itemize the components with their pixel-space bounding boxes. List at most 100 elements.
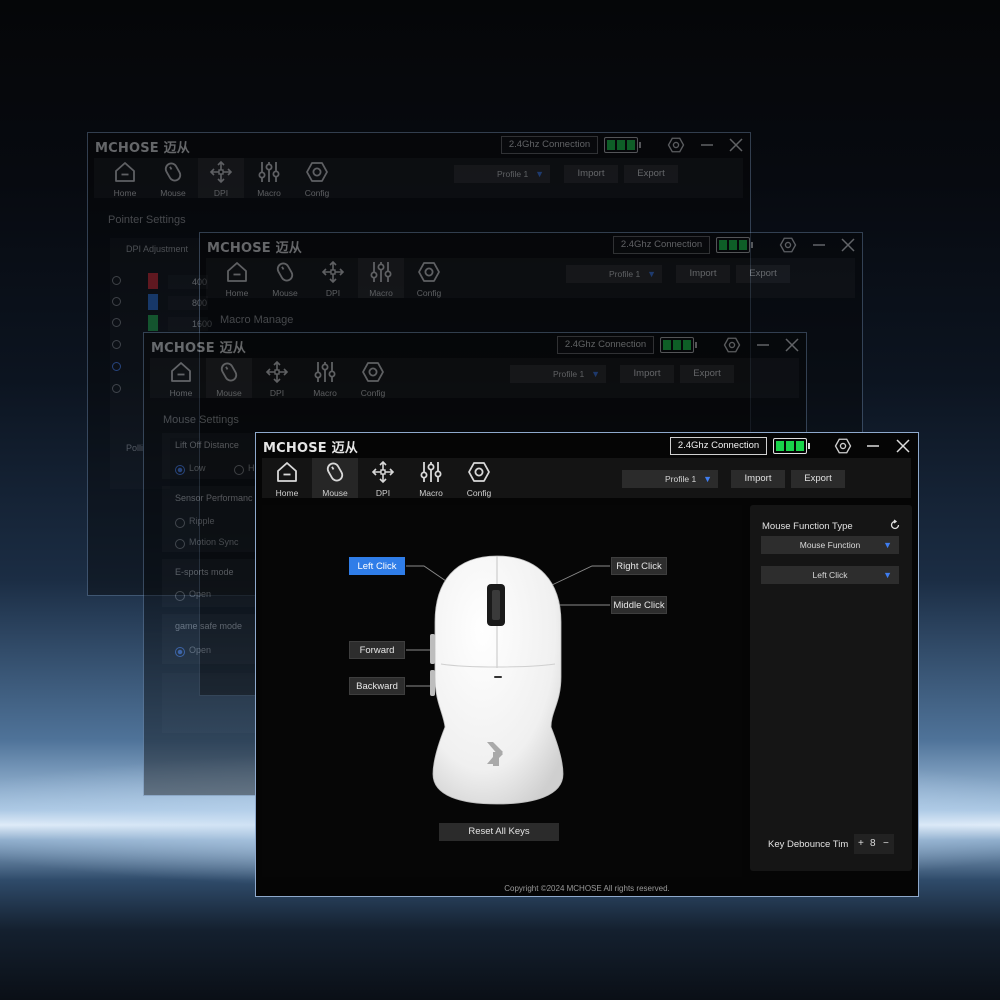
function-value-select[interactable]: Left Click ▼ — [761, 566, 899, 584]
connection-status: 2.4Ghz Connection — [501, 136, 598, 154]
home-icon — [169, 360, 193, 384]
right-click-button[interactable]: Right Click — [611, 557, 667, 575]
export-button[interactable]: Export — [624, 165, 678, 183]
nav-mouse[interactable]: Mouse — [262, 258, 308, 298]
key-debounce-stepper[interactable]: + 8 − — [854, 834, 894, 854]
move-arrows-icon — [321, 260, 345, 284]
battery-indicator — [660, 337, 697, 353]
nav-dpi[interactable]: DPI — [310, 258, 356, 298]
profile-select[interactable]: Profile 1 ▼ — [454, 165, 550, 183]
export-button[interactable]: Export — [736, 265, 790, 283]
dpi-level-row[interactable]: 800 — [112, 294, 212, 310]
close-icon[interactable] — [727, 136, 745, 154]
middle-click-button[interactable]: Middle Click — [611, 596, 667, 614]
dpi-level-row[interactable]: 400 — [112, 273, 212, 289]
import-button[interactable]: Import — [620, 365, 674, 383]
lift-off-low-radio[interactable]: Low — [175, 463, 206, 475]
profile-select[interactable]: Profile 1 ▼ — [510, 365, 606, 383]
close-icon[interactable] — [783, 336, 801, 354]
toolbar: Home Mouse DPI Macro Config Profile 1 ▼ I… — [94, 158, 743, 198]
mouse-icon — [217, 360, 241, 384]
nav-macro[interactable]: Macro — [302, 358, 348, 398]
lift-off-title: Lift Off Distance — [175, 440, 239, 450]
dpi-level-radio[interactable] — [112, 359, 132, 375]
section-title: Macro Manage — [220, 314, 294, 326]
import-button[interactable]: Import — [676, 265, 730, 283]
game-safe-mode-title: game safe mode — [175, 621, 243, 631]
game-safe-open-radio[interactable]: Open — [175, 645, 211, 657]
section-title: Pointer Settings — [108, 214, 186, 226]
home-icon — [113, 160, 137, 184]
esports-mode-title: E-sports mode — [175, 567, 234, 577]
close-icon[interactable] — [839, 236, 857, 254]
nav-config[interactable]: Config — [406, 258, 452, 298]
dpi-level-radio[interactable] — [112, 381, 132, 397]
connection-status: 2.4Ghz Connection — [613, 236, 710, 254]
dpi-level-radio[interactable] — [112, 337, 132, 353]
esports-open-radio[interactable]: Open — [175, 589, 211, 601]
nav-macro[interactable]: Macro — [358, 258, 404, 298]
hexagon-icon — [305, 160, 329, 184]
import-button[interactable]: Import — [564, 165, 618, 183]
debounce-minus-button[interactable]: − — [883, 834, 889, 854]
sensor-performance-title: Sensor Performanc — [175, 493, 253, 503]
home-icon — [225, 260, 249, 284]
brand-logo: MCHOSE 迈从 — [207, 241, 302, 256]
settings-icon[interactable] — [667, 136, 685, 154]
debounce-value: 8 — [870, 838, 876, 849]
nav-dpi[interactable]: DPI — [198, 158, 244, 198]
motion-sync-option[interactable]: Motion Sync — [175, 537, 239, 549]
nav-home[interactable]: Home — [214, 258, 260, 298]
copyright-footer: Copyright ©2024 MCHOSE All rights reserv… — [504, 884, 670, 893]
debounce-plus-button[interactable]: + — [858, 834, 864, 854]
hexagon-icon — [417, 260, 441, 284]
backward-button[interactable]: Backward — [349, 677, 405, 695]
mouse-illustration — [430, 555, 564, 805]
title-bar: MCHOSE 迈从 2.4Ghz Connection — [200, 233, 862, 257]
left-click-button[interactable]: Left Click — [349, 557, 405, 575]
export-button[interactable]: Export — [680, 365, 734, 383]
ripple-option[interactable]: Ripple — [175, 516, 215, 528]
connection-status: 2.4Ghz Connection — [557, 336, 654, 354]
forward-button[interactable]: Forward — [349, 641, 405, 659]
minimize-icon[interactable] — [810, 236, 828, 254]
nav-home[interactable]: Home — [158, 358, 204, 398]
settings-icon[interactable] — [779, 236, 797, 254]
move-arrows-icon — [265, 360, 289, 384]
nav-home[interactable]: Home — [102, 158, 148, 198]
key-function-panel: Mouse Function Type Mouse Function ▼ Left… — [750, 505, 912, 871]
minimize-icon[interactable] — [754, 336, 772, 354]
key-debounce-label: Key Debounce Tim — [768, 839, 849, 850]
dpi-level-row[interactable]: 1600 — [112, 315, 212, 331]
sliders-icon — [369, 260, 393, 284]
nav-mouse[interactable]: Mouse — [150, 158, 196, 198]
brand-logo: MCHOSE 迈从 — [151, 341, 246, 356]
polling-rate-title: Polli — [126, 443, 144, 453]
refresh-icon[interactable] — [889, 519, 901, 531]
dpi-adjustment-title: DPI Adjustment — [126, 244, 189, 254]
nav-macro[interactable]: Macro — [246, 158, 292, 198]
function-type-select[interactable]: Mouse Function ▼ — [761, 536, 899, 554]
title-bar: MCHOSE 迈从 2.4Ghz Connection — [144, 333, 806, 357]
reset-all-keys-button[interactable]: Reset All Keys — [439, 823, 559, 841]
battery-indicator — [604, 137, 641, 153]
lift-off-high-radio[interactable]: H — [234, 463, 255, 475]
settings-icon[interactable] — [723, 336, 741, 354]
move-arrows-icon — [209, 160, 233, 184]
nav-config[interactable]: Config — [294, 158, 340, 198]
sliders-icon — [257, 160, 281, 184]
sliders-icon — [313, 360, 337, 384]
toolbar: Home Mouse DPI Macro Config Profile 1 ▼ I… — [150, 358, 799, 398]
brand-logo: MCHOSE 迈从 — [95, 141, 190, 156]
section-title: Mouse Settings — [163, 414, 239, 426]
minimize-icon[interactable] — [698, 136, 716, 154]
nav-mouse[interactable]: Mouse — [206, 358, 252, 398]
title-bar: MCHOSE 迈从 2.4Ghz Connection — [88, 133, 750, 157]
profile-select[interactable]: Profile 1 ▼ — [566, 265, 662, 283]
nav-config[interactable]: Config — [350, 358, 396, 398]
hexagon-icon — [361, 360, 385, 384]
mouse-icon — [273, 260, 297, 284]
nav-dpi[interactable]: DPI — [254, 358, 300, 398]
mouse-function-type-title: Mouse Function Type — [762, 521, 853, 532]
main-window: MCHOSE 迈从 2.4Ghz Connection Home Mouse D… — [255, 432, 919, 897]
